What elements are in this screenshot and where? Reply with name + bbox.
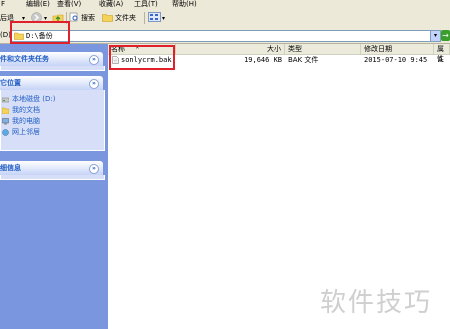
column-modified-label: 修改日期	[364, 45, 392, 53]
go-arrow-icon: →	[442, 31, 449, 40]
place-label: 网上邻居	[12, 128, 40, 136]
drive-icon	[1, 96, 10, 103]
address-input[interactable]: D:\备份 ▾	[11, 30, 441, 42]
menu-tools[interactable]: 工具(T)	[134, 0, 158, 8]
file-size: 19,646 KB	[244, 56, 282, 64]
table-row[interactable]: sonlycrm.bak 19,646 KB BAK 文件 2015-07-10…	[108, 55, 450, 65]
search-icon	[69, 12, 79, 24]
column-attributes[interactable]: 属性	[434, 44, 450, 63]
back-label: 后退	[0, 14, 14, 22]
place-local-disk[interactable]: 本地磁盘 (D:)	[1, 94, 56, 104]
place-my-computer[interactable]: 我的电脑	[2, 116, 40, 126]
place-my-documents[interactable]: 我的文档	[1, 105, 40, 115]
place-label: 我的电脑	[12, 117, 40, 125]
chevron-down-icon: ▾	[433, 32, 437, 39]
menu-edit[interactable]: 编辑(E)	[26, 0, 50, 8]
up-folder-button[interactable]	[52, 11, 64, 25]
collapse-icon[interactable]: »	[89, 79, 99, 89]
column-name[interactable]: 名称 ^	[108, 44, 176, 54]
collapse-icon[interactable]: »	[89, 164, 99, 174]
folder-icon	[14, 32, 24, 42]
task-pane: 件和文件夹任务 » 它位置 » 本地磁盘 (D:) 我的文档 我的电脑 网上邻居…	[0, 44, 108, 329]
column-size[interactable]: 大小	[176, 44, 285, 54]
column-headers: 名称 ^ 大小 类型 修改日期 属性	[108, 44, 450, 63]
folders-button[interactable]: 文件夹	[102, 11, 136, 25]
other-places-header[interactable]: 它位置 »	[0, 76, 103, 90]
menu-bar: F 编辑(E) 查看(V) 收藏(A) 工具(T) 帮助(H)	[0, 0, 450, 9]
file-icon	[112, 56, 119, 67]
go-button[interactable]: →	[441, 30, 450, 41]
column-modified[interactable]: 修改日期	[361, 44, 434, 54]
back-button[interactable]: 后退	[0, 11, 14, 25]
place-label: 本地磁盘 (D:)	[12, 95, 56, 103]
chevron-down-icon: ▾	[44, 14, 48, 22]
chevron-down-icon: ▾	[162, 14, 166, 22]
folders-label: 文件夹	[115, 14, 136, 22]
file-modified: 2015-07-10 9:45	[364, 56, 428, 64]
address-bar: (D) D:\备份 ▾ →	[0, 28, 450, 44]
details-header[interactable]: 细信息 »	[0, 161, 103, 175]
address-dropdown-button[interactable]: ▾	[430, 31, 440, 41]
column-type[interactable]: 类型	[285, 44, 361, 54]
file-type: BAK 文件	[288, 56, 319, 64]
documents-folder-icon	[1, 107, 10, 114]
column-name-label: 名称	[111, 45, 125, 53]
collapse-icon[interactable]: »	[89, 55, 99, 65]
details-body	[0, 175, 105, 180]
other-places-title: 它位置	[0, 79, 21, 87]
network-icon	[2, 128, 9, 136]
toolbar-separator	[144, 12, 145, 24]
watermark: 软件技巧	[320, 288, 433, 318]
place-label: 我的文档	[12, 106, 40, 114]
toolbar: 后退 ▾ ▾ 搜索 文件夹 ▾	[0, 9, 450, 29]
search-label: 搜索	[81, 14, 95, 22]
views-icon	[148, 12, 161, 24]
menu-help[interactable]: 帮助(H)	[172, 0, 197, 8]
up-folder-icon	[52, 12, 64, 25]
column-type-label: 类型	[288, 45, 302, 53]
file-name: sonlycrm.bak	[121, 56, 172, 64]
forward-button[interactable]	[31, 11, 42, 25]
file-attributes: A	[438, 56, 443, 64]
sort-ascending-icon: ^	[135, 47, 140, 53]
file-folder-tasks-body	[0, 66, 105, 71]
menu-view[interactable]: 查看(V)	[57, 0, 81, 8]
address-path: D:\备份	[26, 32, 53, 40]
chevron-down-icon: ▾	[22, 14, 26, 22]
column-size-label: 大小	[267, 45, 281, 53]
menu-favorites[interactable]: 收藏(A)	[99, 0, 123, 8]
toolbar-separator	[66, 12, 67, 24]
file-folder-tasks-title: 件和文件夹任务	[0, 55, 49, 63]
forward-dropdown-button[interactable]: ▾	[44, 11, 47, 25]
back-dropdown-button[interactable]: ▾	[22, 11, 25, 25]
views-button[interactable]: ▾	[148, 11, 165, 25]
file-folder-tasks-header[interactable]: 件和文件夹任务 »	[0, 52, 103, 66]
menu-file[interactable]: F	[1, 0, 5, 8]
search-button[interactable]: 搜索	[69, 11, 95, 25]
place-network[interactable]: 网上邻居	[2, 127, 40, 137]
address-label: (D)	[0, 31, 11, 39]
folder-icon	[102, 13, 113, 24]
other-places-body: 本地磁盘 (D:) 我的文档 我的电脑 网上邻居	[0, 90, 105, 151]
computer-icon	[2, 117, 9, 125]
forward-arrow-icon	[31, 11, 42, 25]
details-title: 细信息	[0, 164, 21, 172]
